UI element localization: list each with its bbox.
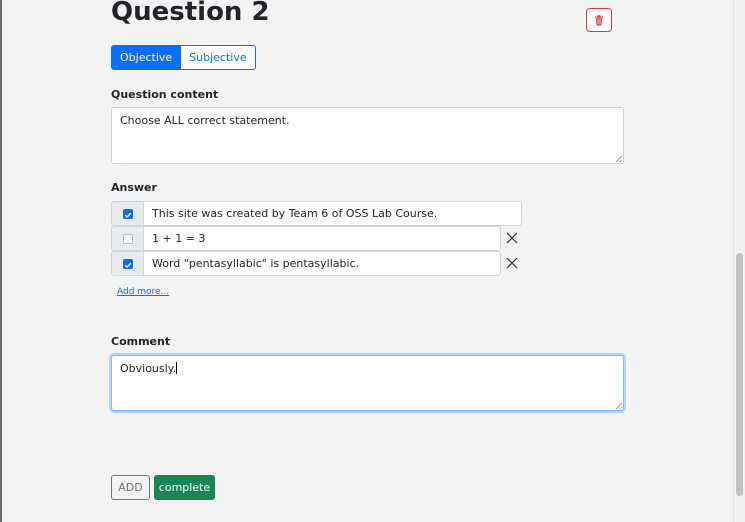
question-content-label: Question content [111, 88, 219, 101]
checkmark-icon [124, 254, 132, 273]
answer-checkbox[interactable] [122, 208, 133, 219]
delete-question-button[interactable] [586, 8, 612, 32]
question-type-toggle: Objective Subjective [111, 45, 256, 70]
answer-checkbox[interactable] [122, 258, 133, 269]
objective-toggle[interactable]: Objective [111, 45, 182, 70]
resize-handle[interactable] [616, 403, 622, 409]
remove-answer-button[interactable] [502, 229, 522, 249]
comment-text: Obviously. [120, 362, 177, 375]
subjective-toggle[interactable]: Subjective [181, 45, 256, 70]
question-title: Question 2 [111, 0, 270, 27]
close-icon [506, 229, 518, 248]
answer-row: 1 + 1 = 3 [111, 226, 522, 251]
close-icon [506, 254, 518, 273]
answer-input[interactable]: Word "pentasyllabic" is pentasyllabic. [144, 251, 501, 276]
window-edge [0, 0, 2, 522]
remove-answer-button[interactable] [502, 254, 522, 274]
question-content-text: Choose ALL correct statement. [120, 114, 290, 127]
answer-input[interactable]: 1 + 1 = 3 [144, 226, 501, 251]
trash-icon [594, 11, 604, 30]
checkmark-icon [124, 204, 132, 223]
scrollbar-thumb[interactable] [736, 253, 743, 496]
answer-input[interactable]: This site was created by Team 6 of OSS L… [144, 201, 522, 226]
answer-label: Answer [111, 181, 157, 194]
answer-checkbox[interactable] [122, 233, 133, 244]
question-content-textarea[interactable]: Choose ALL correct statement. [111, 107, 624, 164]
add-button[interactable]: ADD [111, 475, 150, 500]
answer-checkbox-cell [111, 226, 144, 251]
answer-checkbox-cell [111, 201, 144, 226]
answer-row: Word "pentasyllabic" is pentasyllabic. [111, 251, 522, 276]
comment-label: Comment [111, 335, 171, 348]
text-caret [176, 362, 178, 374]
complete-button[interactable]: complete [154, 475, 215, 500]
answer-row: This site was created by Team 6 of OSS L… [111, 201, 522, 226]
vertical-scrollbar[interactable] [733, 0, 745, 522]
add-more-link[interactable]: Add more... [117, 287, 169, 297]
comment-textarea[interactable]: Obviously. [111, 355, 624, 411]
answer-checkbox-cell [111, 251, 144, 276]
resize-handle[interactable] [616, 156, 622, 162]
